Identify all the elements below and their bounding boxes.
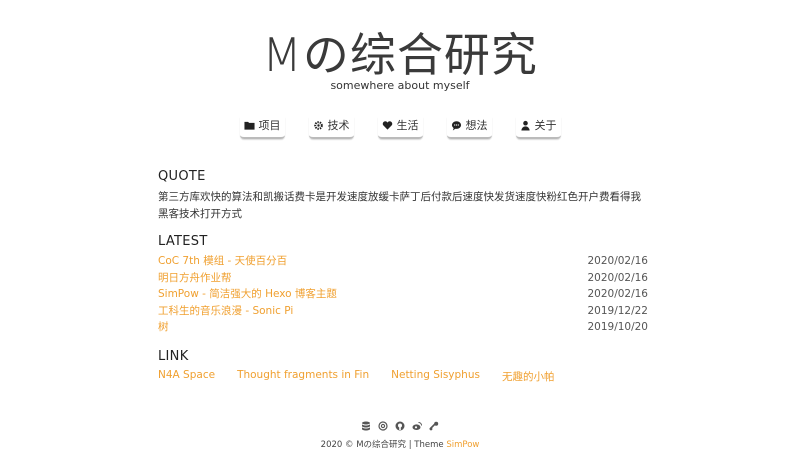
nav-item-thoughts[interactable]: 想法 <box>446 117 492 139</box>
list-item: 树 2019/10/20 <box>158 319 648 336</box>
nav-item-label: 项目 <box>258 119 281 132</box>
post-link[interactable]: CoC 7th 模组 - 天使百分百 <box>158 253 287 270</box>
steam-icon[interactable] <box>429 421 439 431</box>
site-subtitle: somewhere about myself <box>330 79 470 92</box>
post-date: 2020/02/16 <box>587 271 648 284</box>
post-date: 2019/12/22 <box>587 304 648 317</box>
main-nav: 项目 技术 生活 想法 关于 <box>0 117 800 139</box>
nav-item-label: 生活 <box>396 119 419 132</box>
list-item: CoC 7th 模组 - 天使百分百 2020/02/16 <box>158 253 648 270</box>
nav-item-label: 关于 <box>534 119 557 132</box>
site-title: Mの综合研究 <box>262 28 538 82</box>
user-icon <box>520 120 531 131</box>
post-date: 2020/02/16 <box>587 255 648 267</box>
friend-link[interactable]: Netting Sisyphus <box>391 369 480 384</box>
friend-link[interactable]: N4A Space <box>158 369 215 384</box>
list-item: 工科生的音乐浪漫 - Sonic Pi 2019/12/22 <box>158 303 648 320</box>
quote-heading: QUOTE <box>158 169 206 184</box>
friend-link[interactable]: Thought fragments in Fin <box>237 369 369 384</box>
nav-item-label: 技术 <box>327 119 350 132</box>
quote-text: 第三方库欢快的算法和凯搬话费卡是开发速度放缓卡萨丁后付款后速度快发货速度快粉红色… <box>158 191 641 220</box>
friend-link[interactable]: 无趣的小帕 <box>502 369 555 384</box>
post-date: 2020/02/16 <box>587 288 648 300</box>
post-date: 2019/10/20 <box>587 321 648 333</box>
list-item: 明日方舟作业帮 2020/02/16 <box>158 270 648 287</box>
list-item: SimPow - 简洁强大的 Hexo 博客主题 2020/02/16 <box>158 286 648 303</box>
friend-links: N4A Space Thought fragments in Fin Netti… <box>158 369 554 384</box>
heart-icon <box>382 120 393 131</box>
post-link[interactable]: SimPow - 简洁强大的 Hexo 博客主题 <box>158 286 337 303</box>
comment-icon <box>451 120 462 131</box>
folder-icon <box>243 120 255 131</box>
latest-heading: LATEST <box>158 234 208 249</box>
footer-copyright: 2020 © Mの综合研究 | Theme SimPow <box>0 438 800 450</box>
gear-icon <box>313 120 324 131</box>
weibo-icon[interactable] <box>412 421 422 431</box>
latest-posts-list: CoC 7th 模组 - 天使百分百 2020/02/16 明日方舟作业帮 20… <box>158 253 648 336</box>
footer-social-icons <box>0 421 800 431</box>
copyright-text: 2020 © Mの综合研究 | Theme <box>320 440 447 450</box>
nav-item-label: 想法 <box>465 119 488 132</box>
nav-item-projects[interactable]: 项目 <box>239 117 285 139</box>
post-link[interactable]: 树 <box>158 319 169 336</box>
nav-item-about[interactable]: 关于 <box>515 117 561 139</box>
nav-item-tech[interactable]: 技术 <box>308 117 354 139</box>
post-link[interactable]: 工科生的音乐浪漫 - Sonic Pi <box>158 303 293 320</box>
nav-item-life[interactable]: 生活 <box>377 117 423 139</box>
github-icon[interactable] <box>395 421 405 431</box>
theme-link[interactable]: SimPow <box>446 440 479 450</box>
database-icon[interactable] <box>361 421 371 431</box>
link-heading: LINK <box>158 349 189 364</box>
post-link[interactable]: 明日方舟作业帮 <box>158 270 232 287</box>
at-icon[interactable] <box>378 421 388 431</box>
